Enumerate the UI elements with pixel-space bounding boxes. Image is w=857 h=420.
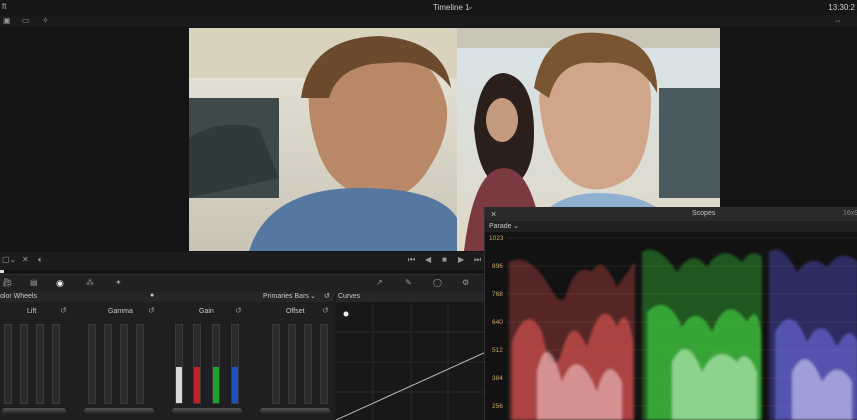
target-icon[interactable]: ◉: [56, 278, 64, 289]
highlight-icon[interactable]: ✧: [42, 16, 49, 25]
reset-icon[interactable]: ↺: [322, 306, 329, 315]
reset-icon[interactable]: ↺: [148, 306, 155, 315]
gain-label: Gain: [199, 308, 214, 315]
parade-scope: [507, 237, 857, 420]
scopes-window: × Scopes 16x9 Parade ⌄ 1023 896 768 640 …: [484, 207, 857, 420]
offset-label: Offset: [286, 308, 305, 315]
lift-master-wheel[interactable]: [2, 408, 66, 414]
reset-icon[interactable]: ↺: [235, 306, 242, 315]
curves-panel: Curves: [336, 292, 486, 420]
scopes-header: × Scopes 16x9: [485, 207, 857, 221]
offset-slider-y[interactable]: [272, 324, 280, 404]
scopes-title: Scopes: [692, 210, 716, 217]
gain-master-wheel[interactable]: [172, 408, 242, 414]
sparkle-icon[interactable]: ✦: [115, 278, 122, 287]
skip-forward-icon[interactable]: ⏭︎: [474, 255, 481, 265]
curve-point[interactable]: [343, 311, 349, 317]
color-wheels-panel: olor Wheels ● Primaries Bars ⌄ ↺ Lift ↺ …: [0, 292, 334, 420]
close-icon[interactable]: ×: [491, 209, 496, 219]
scale-256: 256: [492, 403, 503, 410]
viewer-size-icon[interactable]: ▢⌄: [2, 255, 16, 264]
gamma-master-wheel[interactable]: [84, 408, 154, 414]
timecode: 13:30:2: [828, 3, 855, 12]
lift-slider-b[interactable]: [52, 324, 60, 404]
offset-master-wheel[interactable]: [260, 408, 330, 414]
skip-back-icon[interactable]: ⏮︎: [408, 255, 415, 265]
chevron-down-icon[interactable]: ⌄: [513, 222, 519, 230]
gamma-slider-g[interactable]: [120, 324, 128, 404]
bypass-icon[interactable]: ✕: [22, 255, 29, 264]
palette-toolbar: 🎥︎ ▤ ◉ ⁂ ✦ ↗ ✎ ◯ ⚙︎: [0, 274, 490, 293]
chevron-down-icon[interactable]: ⌄: [310, 292, 316, 300]
curve-icon[interactable]: ↗: [376, 278, 383, 287]
left-label: ft: [2, 2, 7, 11]
play-reverse-icon[interactable]: ◀: [425, 255, 431, 264]
viewer-toolbar: ▣ ▭ ✧ ⇔: [0, 15, 857, 27]
options-dot-icon[interactable]: ●: [150, 292, 154, 299]
gain-slider-y[interactable]: [175, 324, 183, 404]
play-icon[interactable]: ▶: [458, 255, 464, 264]
curves-title: Curves: [338, 293, 361, 300]
curve-graph[interactable]: [336, 302, 486, 420]
lift-label: Lift: [27, 308, 37, 315]
scopes-mode-bar: Parade ⌄: [485, 221, 857, 232]
gain-slider-g[interactable]: [212, 324, 220, 404]
green-channel: [642, 249, 762, 420]
timeline-title[interactable]: Timeline 1: [433, 3, 470, 12]
reset-icon[interactable]: ↺: [324, 292, 330, 300]
stop-icon[interactable]: ■: [442, 255, 447, 264]
gamma-slider-b[interactable]: [136, 324, 144, 404]
reset-icon[interactable]: ↺: [60, 306, 67, 315]
pen-icon[interactable]: ✎: [405, 278, 412, 287]
gain-slider-b[interactable]: [231, 324, 239, 404]
lift-slider-g[interactable]: [36, 324, 44, 404]
red-channel: [509, 259, 635, 420]
gear-icon[interactable]: ⚙︎: [462, 278, 469, 287]
offset-slider-g[interactable]: [304, 324, 312, 404]
scale-512: 512: [492, 347, 503, 354]
wheels-title: olor Wheels: [0, 293, 37, 300]
gamma-slider-y[interactable]: [88, 324, 96, 404]
chevron-down-icon[interactable]: ⌄: [467, 2, 474, 11]
blue-channel: [769, 249, 857, 420]
speaker-icon[interactable]: 🔈︎: [38, 255, 43, 265]
wheels-header: olor Wheels ● Primaries Bars ⌄ ↺: [0, 292, 334, 302]
scale-1023: 1023: [489, 235, 504, 242]
top-bar: ft Timeline 1 ⌄ 13:30:2: [0, 0, 857, 16]
curves-header: Curves: [336, 292, 486, 302]
viewer-mode-icon[interactable]: ▭: [22, 16, 30, 25]
offset-slider-r[interactable]: [288, 324, 296, 404]
scope-scale: 1023 896 768 640 512 384 256: [485, 232, 507, 420]
lift-slider-r[interactable]: [20, 324, 28, 404]
playhead[interactable]: [0, 270, 4, 273]
scale-640: 640: [492, 319, 503, 326]
scale-768: 768: [492, 291, 503, 298]
lift-slider-y[interactable]: [4, 324, 12, 404]
offset-slider-b[interactable]: [320, 324, 328, 404]
expand-icon[interactable]: ⇔: [834, 16, 842, 25]
circle-icon[interactable]: ◯: [433, 278, 442, 287]
aspect-label: 16x9: [843, 210, 857, 217]
gamma-slider-r[interactable]: [104, 324, 112, 404]
image-icon[interactable]: ▤: [30, 278, 38, 287]
layout-icon[interactable]: ▣: [3, 16, 11, 25]
camera-icon[interactable]: 🎥︎: [2, 278, 12, 287]
parade-dropdown[interactable]: Parade: [489, 223, 512, 230]
gamma-label: Gamma: [108, 308, 133, 315]
scale-896: 896: [492, 263, 503, 270]
gain-slider-r[interactable]: [193, 324, 201, 404]
nodes-icon[interactable]: ⁂: [86, 278, 94, 287]
scale-384: 384: [492, 375, 503, 382]
primaries-dropdown[interactable]: Primaries Bars: [263, 293, 309, 300]
